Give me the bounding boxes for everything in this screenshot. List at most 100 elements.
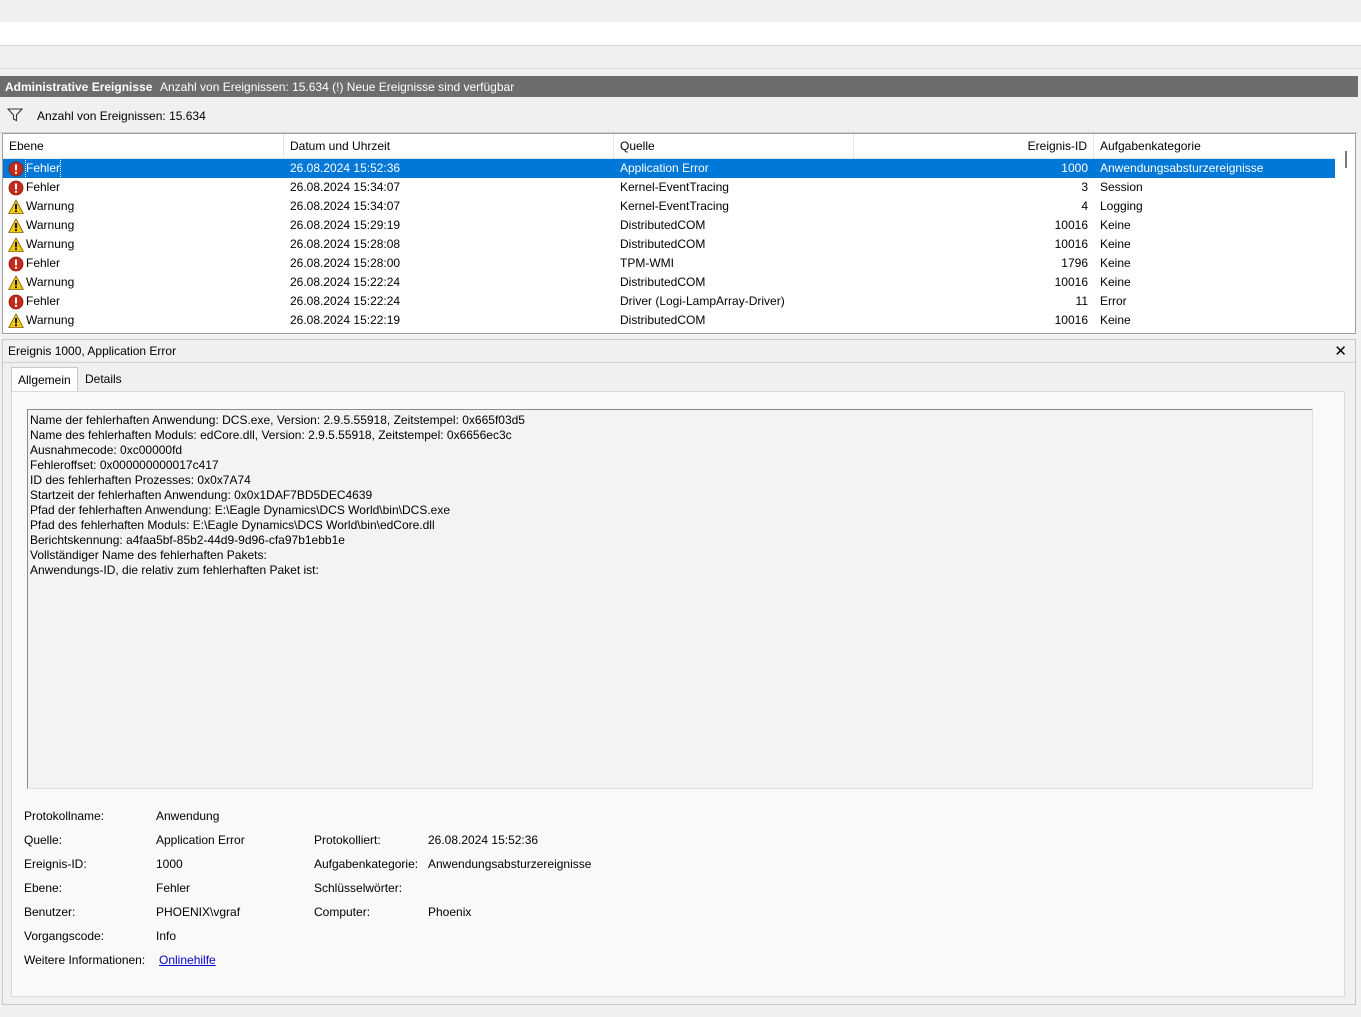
message-line: Name der fehlerhaften Anwendung: DCS.exe… bbox=[30, 413, 525, 427]
detail-title-bar: Ereignis 1000, Application Error ✕ bbox=[3, 340, 1355, 363]
event-level: Fehler bbox=[26, 294, 61, 308]
warning-icon bbox=[8, 275, 24, 291]
event-list-header: Ebene Datum und Uhrzeit Quelle Ereignis-… bbox=[3, 134, 1335, 159]
event-row[interactable]: Fehler 26.08.2024 15:52:36 Application Err… bbox=[3, 158, 1335, 179]
log-name-label: Protokollname: bbox=[24, 809, 105, 823]
event-date: 26.08.2024 15:29:19 bbox=[290, 218, 401, 232]
event-category: Keine bbox=[1100, 275, 1131, 289]
event-level: Warnung bbox=[26, 313, 75, 327]
warning-icon bbox=[8, 237, 24, 253]
message-line: Ausnahmecode: 0xc00000fd bbox=[30, 443, 183, 457]
scrollbar-thumb[interactable] bbox=[1345, 151, 1347, 168]
message-line: ID des fehlerhaften Prozesses: 0x0x7A74 bbox=[30, 473, 251, 487]
event-category: Session bbox=[1100, 180, 1143, 194]
column-header-source[interactable]: Quelle bbox=[614, 134, 854, 158]
event-date: 26.08.2024 15:52:36 bbox=[290, 161, 401, 175]
more-info-label: Weitere Informationen: bbox=[24, 953, 146, 967]
event-category: Anwendungsabsturzereignisse bbox=[1100, 161, 1264, 175]
filter-text: Anzahl von Ereignissen: 15.634 bbox=[37, 109, 206, 123]
error-icon bbox=[8, 256, 24, 272]
event-row[interactable]: Fehler 26.08.2024 15:22:24 Driver (Logi-La… bbox=[3, 292, 1335, 311]
event-row[interactable]: Warnung 26.08.2024 15:34:07 Kernel-EventTr… bbox=[3, 197, 1335, 216]
task-category-value: Anwendungsabsturzereignisse bbox=[428, 857, 592, 871]
event-source: DistributedCOM bbox=[620, 313, 706, 327]
event-row[interactable]: Warnung 26.08.2024 15:28:08 DistributedCOM… bbox=[3, 235, 1335, 254]
event-source: Driver (Logi-LampArray-Driver) bbox=[620, 294, 785, 308]
tab-general[interactable]: Allgemein bbox=[11, 367, 78, 392]
event-id: 10016 bbox=[1054, 237, 1088, 251]
event-row[interactable]: Warnung 26.08.2024 15:22:19 DistributedCOM… bbox=[3, 311, 1335, 330]
event-id: 1796 bbox=[1061, 256, 1088, 270]
event-id: 11 bbox=[1075, 294, 1088, 308]
event-row[interactable]: Warnung 26.08.2024 15:29:19 DistributedCOM… bbox=[3, 216, 1335, 235]
online-help-link[interactable]: Onlinehilfe bbox=[159, 953, 216, 967]
event-date: 26.08.2024 15:22:24 bbox=[290, 275, 401, 289]
opcode-label: Vorgangscode: bbox=[24, 929, 105, 943]
warning-icon bbox=[8, 313, 24, 329]
event-id: 3 bbox=[1081, 180, 1088, 194]
tab-details[interactable]: Details bbox=[79, 367, 128, 391]
event-id: 10016 bbox=[1054, 275, 1088, 289]
warning-icon bbox=[8, 199, 24, 215]
user-value: PHOENIX\vgraf bbox=[156, 905, 241, 919]
message-line: Anwendungs-ID, die relativ zum fehlerhaf… bbox=[30, 563, 319, 577]
event-source: DistributedCOM bbox=[620, 218, 706, 232]
event-category: Logging bbox=[1100, 199, 1143, 213]
event-row[interactable]: Warnung 26.08.2024 15:22:24 DistributedCOM… bbox=[3, 273, 1335, 292]
level-value: Fehler bbox=[156, 881, 191, 895]
event-date: 26.08.2024 15:22:24 bbox=[290, 294, 401, 308]
vertical-scrollbar[interactable] bbox=[1337, 134, 1354, 333]
event-id-value: 1000 bbox=[156, 857, 183, 871]
event-level: Warnung bbox=[26, 237, 75, 251]
opcode-value: Info bbox=[156, 929, 177, 943]
event-id: 1000 bbox=[1061, 161, 1088, 175]
general-tab-panel: Name der fehlerhaften Anwendung: DCS.exe… bbox=[11, 391, 1345, 997]
event-date: 26.08.2024 15:34:07 bbox=[290, 199, 401, 213]
event-level: Warnung bbox=[26, 218, 75, 232]
error-icon bbox=[8, 180, 24, 196]
event-level: Fehler bbox=[26, 256, 61, 270]
detail-title: Ereignis 1000, Application Error bbox=[8, 344, 177, 358]
view-status: Anzahl von Ereignissen: 15.634 (!) Neue … bbox=[160, 80, 515, 94]
event-source: Kernel-EventTracing bbox=[620, 199, 729, 213]
event-level: Fehler bbox=[26, 180, 61, 194]
event-source: TPM-WMI bbox=[620, 256, 674, 270]
event-id: 10016 bbox=[1054, 313, 1088, 327]
event-source: DistributedCOM bbox=[620, 275, 706, 289]
message-line: Pfad des fehlerhaften Moduls: E:\Eagle D… bbox=[30, 518, 435, 532]
top-strip bbox=[0, 0, 1361, 22]
event-row[interactable]: Fehler 26.08.2024 15:34:07 Kernel-EventTra… bbox=[3, 178, 1335, 197]
event-row[interactable]: Fehler 26.08.2024 15:28:00 TPM-WMI 1796 Kein… bbox=[3, 254, 1335, 273]
message-line: Name des fehlerhaften Moduls: edCore.dll… bbox=[30, 428, 512, 442]
event-level: Warnung bbox=[26, 275, 75, 289]
computer-value: Phoenix bbox=[428, 905, 472, 919]
view-title: Administrative Ereignisse bbox=[5, 80, 153, 94]
computer-label: Computer: bbox=[314, 905, 371, 919]
column-header-date[interactable]: Datum und Uhrzeit bbox=[284, 134, 614, 158]
keywords-label: Schlüsselwörter: bbox=[314, 881, 403, 895]
view-title-bar: Administrative Ereignisse Anzahl von Ere… bbox=[0, 76, 1358, 97]
column-header-event-id[interactable]: Ereignis-ID bbox=[854, 134, 1094, 158]
event-category: Keine bbox=[1100, 237, 1131, 251]
event-category: Keine bbox=[1100, 313, 1131, 327]
event-source: Kernel-EventTracing bbox=[620, 180, 729, 194]
column-header-category[interactable]: Aufgabenkategorie bbox=[1094, 134, 1335, 158]
column-header-level[interactable]: Ebene bbox=[3, 134, 284, 158]
event-list[interactable]: Ebene Datum und Uhrzeit Quelle Ereignis-… bbox=[2, 133, 1356, 334]
message-line: Vollständiger Name des fehlerhaften Pake… bbox=[30, 548, 267, 562]
event-message-box[interactable]: Name der fehlerhaften Anwendung: DCS.exe… bbox=[27, 409, 1313, 789]
event-date: 26.08.2024 15:34:07 bbox=[290, 180, 401, 194]
event-detail-pane: Ereignis 1000, Application Error ✕ Allge… bbox=[2, 339, 1356, 1005]
event-id-label: Ereignis-ID: bbox=[24, 857, 87, 871]
event-id: 10016 bbox=[1054, 218, 1088, 232]
logged-value: 26.08.2024 15:52:36 bbox=[428, 833, 539, 847]
filter-icon[interactable] bbox=[7, 108, 23, 122]
event-date: 26.08.2024 15:28:00 bbox=[290, 256, 401, 270]
filter-bar: Anzahl von Ereignissen: 15.634 bbox=[0, 99, 1358, 133]
message-line: Startzeit der fehlerhaften Anwendung: 0x… bbox=[30, 488, 373, 502]
user-label: Benutzer: bbox=[24, 905, 76, 919]
close-icon[interactable]: ✕ bbox=[1334, 342, 1347, 360]
level-label: Ebene: bbox=[24, 881, 63, 895]
error-icon bbox=[8, 161, 24, 177]
task-category-label: Aufgabenkategorie: bbox=[314, 857, 419, 871]
